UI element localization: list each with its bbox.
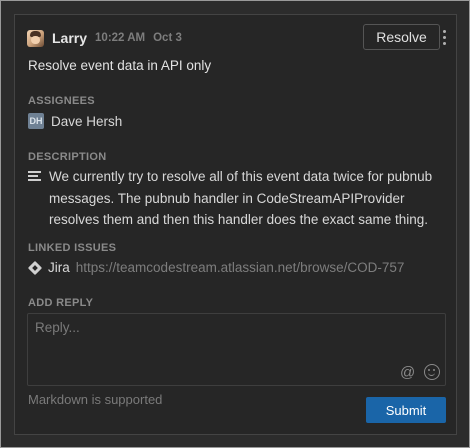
markdown-note: Markdown is supported — [28, 392, 163, 407]
linked-issue-item[interactable]: Jira https://teamcodestream.atlassian.ne… — [28, 260, 404, 275]
linked-issues-heading: LINKED ISSUES — [28, 242, 117, 254]
reply-input[interactable]: Reply... @ — [27, 313, 446, 386]
app-window: Larry 10:22 AM Oct 3 Resolve Resolve eve… — [0, 0, 470, 448]
smiley-icon[interactable] — [424, 364, 440, 380]
assignee-item[interactable]: DH Dave Hersh — [28, 113, 122, 129]
author-avatar[interactable] — [27, 29, 44, 47]
jira-label: Jira — [48, 260, 70, 275]
reply-placeholder: Reply... — [35, 320, 80, 335]
assignee-avatar: DH — [28, 113, 44, 129]
align-left-icon — [28, 171, 41, 183]
kebab-menu-icon[interactable] — [440, 28, 448, 46]
assignees-heading: ASSIGNEES — [28, 95, 95, 107]
submit-button[interactable]: Submit — [366, 397, 446, 423]
author-name[interactable]: Larry — [52, 30, 87, 46]
add-reply-heading: ADD REPLY — [28, 297, 94, 309]
jira-icon — [28, 261, 42, 275]
comment-header: Larry 10:22 AM Oct 3 — [27, 27, 182, 49]
assignee-name: Dave Hersh — [51, 113, 123, 129]
description-heading: DESCRIPTION — [28, 151, 107, 163]
at-icon[interactable]: @ — [400, 364, 415, 381]
issue-link[interactable]: https://teamcodestream.atlassian.net/bro… — [76, 260, 405, 275]
resolve-button[interactable]: Resolve — [363, 24, 440, 50]
comment-date: Oct 3 — [153, 32, 182, 44]
comment-time: 10:22 AM — [95, 32, 146, 44]
comment-card: Larry 10:22 AM Oct 3 Resolve Resolve eve… — [14, 14, 457, 435]
description-text: We currently try to resolve all of this … — [49, 169, 433, 227]
comment-title: Resolve event data in API only — [28, 58, 212, 73]
